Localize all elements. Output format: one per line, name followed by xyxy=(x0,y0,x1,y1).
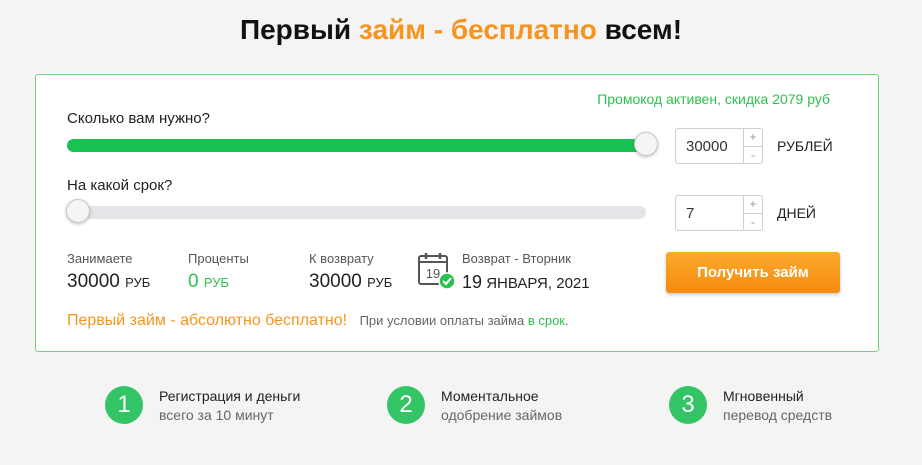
amount-slider-fill xyxy=(67,139,646,152)
step-number-badge: 3 xyxy=(669,386,707,424)
return-label: Возврат - Вторник xyxy=(462,251,571,266)
amount-decrement-button[interactable]: - xyxy=(744,147,762,164)
calendar-check-icon: 19 xyxy=(418,253,456,290)
term-increment-button[interactable]: + xyxy=(744,196,762,214)
stat-interest: Проценты 0 РУБ xyxy=(188,251,249,292)
term-slider-track[interactable] xyxy=(66,199,646,223)
amount-unit: РУБЛЕЙ xyxy=(777,138,833,154)
svg-text:19: 19 xyxy=(426,266,440,281)
free-loan-note: Первый займ - абсолютно бесплатно! При у… xyxy=(67,312,569,329)
term-input[interactable]: 7 xyxy=(686,205,694,222)
return-date: 19 ЯНВАРЯ, 2021 xyxy=(462,272,590,292)
amount-input[interactable]: 30000 xyxy=(686,138,728,155)
term-unit: ДНЕЙ xyxy=(777,205,816,221)
term-decrement-button[interactable]: - xyxy=(744,214,762,231)
get-loan-button[interactable]: Получить займ xyxy=(666,252,840,293)
on-time-link[interactable]: в срок xyxy=(528,313,565,328)
stat-borrow: Занимаете 30000 РУБ xyxy=(67,251,151,292)
page-title: Первый займ - бесплатно всем! xyxy=(239,14,683,45)
amount-label: Сколько вам нужно? xyxy=(67,110,210,127)
amount-stepper[interactable]: 30000 + - xyxy=(675,128,763,164)
title-accent: займ - бесплатно xyxy=(358,14,597,45)
promo-status: Промокод активен, скидка 2079 руб xyxy=(597,91,830,107)
amount-slider-track[interactable] xyxy=(67,132,658,156)
amount-increment-button[interactable]: + xyxy=(744,129,762,147)
step-number-badge: 1 xyxy=(105,386,143,424)
term-slider-thumb[interactable] xyxy=(66,199,90,223)
term-stepper[interactable]: 7 + - xyxy=(675,195,763,231)
stat-repay: К возврату 30000 РУБ xyxy=(309,251,393,292)
loan-calculator-card: Промокод активен, скидка 2079 руб Скольк… xyxy=(35,74,879,352)
step-number-badge: 2 xyxy=(387,386,425,424)
term-label: На какой срок? xyxy=(67,177,173,194)
amount-slider-thumb[interactable] xyxy=(634,132,658,156)
